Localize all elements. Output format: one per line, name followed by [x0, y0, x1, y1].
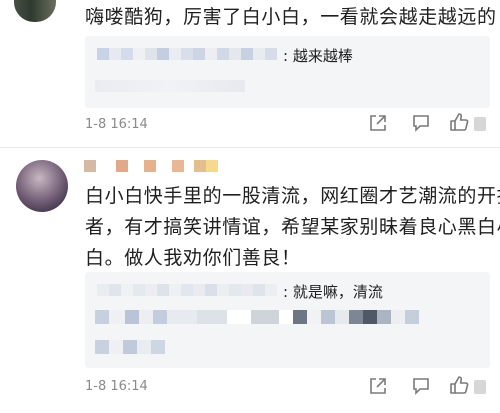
share-icon[interactable]: [368, 113, 388, 137]
comment-line: 者，有才搞笑讲情谊，希望某家别昧着良心黑白小: [85, 216, 500, 238]
redacted-username: [84, 160, 218, 172]
share-icon[interactable]: [368, 376, 388, 400]
reply-box[interactable]: : 越来越棒: [85, 36, 490, 108]
redacted-line: [95, 340, 165, 354]
redacted-username: [97, 48, 277, 60]
timestamp: 1-8 16:14: [85, 117, 148, 132]
reply-text: : 越来越棒: [283, 47, 353, 65]
avatar[interactable]: [16, 160, 68, 212]
redacted-like-count: [474, 380, 486, 394]
thumbs-up-icon[interactable]: [448, 111, 470, 137]
redacted-like-count: [474, 117, 486, 131]
comment-line: 白。做人我劝你们善良！: [85, 247, 301, 269]
redacted-line: [95, 80, 245, 92]
redacted-line: [95, 310, 419, 324]
comment-text: 白小白快手里的一股清流，网红圈才艺潮流的开拓 者，有才搞笑讲情谊，希望某家别昧着…: [85, 181, 500, 274]
comment-icon[interactable]: [411, 113, 431, 137]
comment-line: 白小白快手里的一股清流，网红圈才艺潮流的开拓: [85, 185, 500, 207]
reply-text: : 就是嘛，清流: [283, 283, 383, 301]
avatar[interactable]: [14, 0, 56, 22]
redacted-username: [97, 284, 277, 296]
comment-icon[interactable]: [411, 376, 431, 400]
thumbs-up-icon[interactable]: [448, 374, 470, 400]
reply-box[interactable]: : 就是嘛，清流: [85, 272, 490, 368]
comment-text: 嗨喽酷狗，厉害了白小白，一看就会越走越远的: [85, 6, 497, 28]
divider: [0, 147, 500, 148]
timestamp: 1-8 16:14: [85, 379, 148, 394]
